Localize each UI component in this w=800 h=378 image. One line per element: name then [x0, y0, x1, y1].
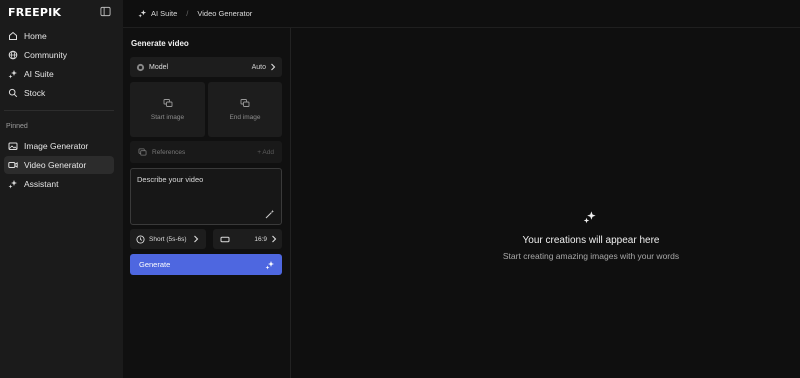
sidebar-item-community[interactable]: Community	[4, 46, 114, 64]
sparkle-icon	[8, 180, 17, 189]
end-image-label: End image	[229, 114, 261, 121]
start-image-slot[interactable]: Start image	[130, 82, 205, 137]
start-image-label: Start image	[150, 114, 185, 121]
generate-panel: Generate video Model Auto Start image En…	[123, 28, 291, 378]
chevron-right-icon	[272, 235, 277, 243]
sidebar-item-home[interactable]: Home	[4, 27, 114, 45]
references-row: References + Add	[130, 141, 282, 163]
empty-state-title: Your creations will appear here	[522, 235, 660, 246]
breadcrumb-label: AI Suite	[151, 9, 178, 18]
sidebar-item-label: Stock	[24, 88, 46, 98]
sidebar-toggle-icon[interactable]	[100, 6, 111, 17]
magic-wand-icon[interactable]	[265, 209, 275, 219]
aspect-ratio-value: 16:9	[254, 235, 267, 243]
references-label: References	[152, 148, 186, 156]
model-label: Model	[149, 63, 169, 71]
sidebar-item-label: Home	[24, 31, 47, 41]
sidebar: FREEPIK Home Community AI Suite Stock Pi…	[0, 0, 123, 378]
breadcrumb: AI Suite / Video Generator	[123, 0, 800, 28]
generate-button[interactable]: Generate	[130, 254, 282, 275]
model-icon	[136, 63, 145, 71]
clock-icon	[136, 234, 145, 244]
image-upload-icon	[240, 99, 250, 107]
results-area: Your creations will appear here Start cr…	[291, 28, 800, 378]
aspect-ratio-icon	[220, 236, 230, 242]
duration-selector[interactable]: Short (5s-6s)	[130, 229, 206, 249]
freepik-logo[interactable]: FREEPIK	[8, 6, 61, 19]
empty-state-subtitle: Start creating amazing images with your …	[502, 251, 680, 261]
pinned-label: Pinned	[6, 123, 28, 130]
end-image-slot[interactable]: End image	[208, 82, 282, 137]
sidebar-item-label: Image Generator	[24, 141, 89, 151]
duration-value: Short (5s-6s)	[149, 235, 187, 243]
sidebar-item-label: Community	[24, 50, 67, 60]
search-icon	[8, 88, 18, 98]
sidebar-item-label: Assistant	[24, 179, 59, 189]
breadcrumb-current: Video Generator	[197, 9, 253, 18]
prompt-placeholder: Describe your video	[137, 175, 204, 184]
sidebar-item-assistant[interactable]: Assistant	[4, 175, 114, 193]
chevron-right-icon	[193, 235, 198, 243]
video-icon	[8, 162, 18, 168]
sidebar-item-stock[interactable]: Stock	[4, 84, 114, 102]
prompt-input[interactable]: Describe your video	[130, 168, 282, 225]
sparkle-icon	[583, 211, 596, 224]
chevron-right-icon	[271, 63, 276, 71]
sparkle-icon	[265, 260, 274, 269]
sidebar-item-label: AI Suite	[24, 69, 54, 79]
image-icon	[8, 142, 18, 150]
generate-label: Generate	[139, 260, 171, 269]
sidebar-divider	[4, 110, 114, 111]
sidebar-item-video-generator[interactable]: Video Generator	[4, 156, 114, 174]
globe-icon	[8, 50, 18, 60]
breadcrumb-ai-suite[interactable]: AI Suite	[138, 9, 177, 18]
add-reference-button[interactable]: + Add	[257, 149, 274, 156]
image-upload-icon	[163, 99, 172, 107]
sidebar-item-image-generator[interactable]: Image Generator	[4, 137, 114, 155]
model-selector[interactable]: Model Auto	[130, 57, 282, 77]
home-icon	[9, 31, 17, 40]
panel-title: Generate video	[131, 39, 189, 48]
model-value: Auto	[251, 63, 266, 71]
sidebar-item-label: Video Generator	[24, 160, 87, 170]
sparkle-icon	[138, 9, 147, 18]
sidebar-item-ai-suite[interactable]: AI Suite	[4, 65, 114, 83]
aspect-ratio-selector[interactable]: 16:9	[213, 229, 282, 249]
breadcrumb-separator: /	[186, 9, 189, 18]
sparkle-icon	[8, 70, 17, 79]
references-icon	[138, 148, 147, 156]
